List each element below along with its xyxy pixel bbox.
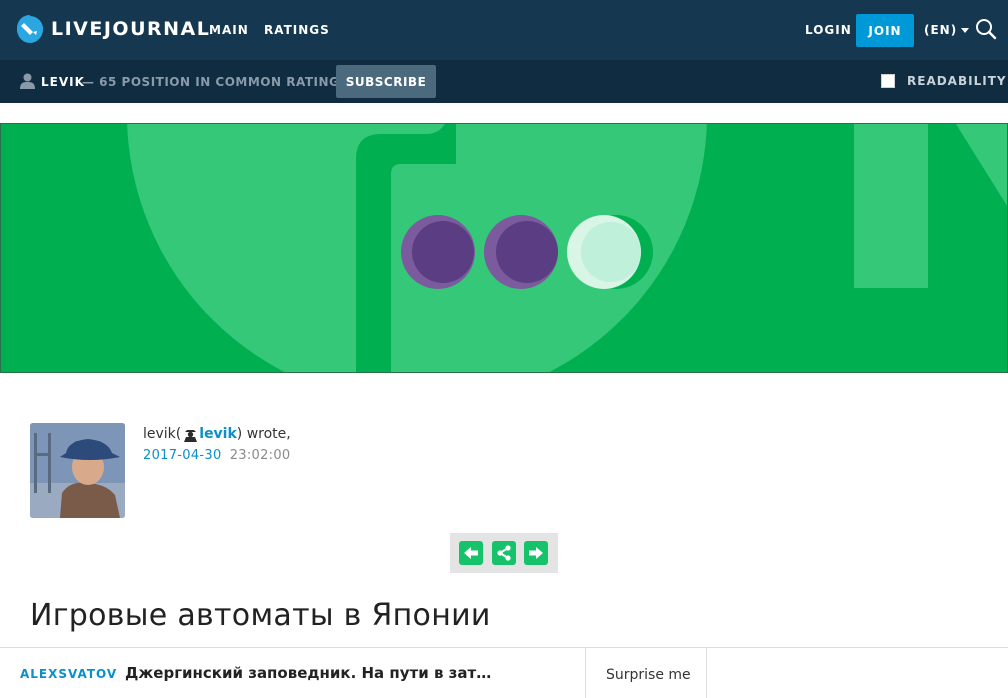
post-datetime: 2017-04-30 23:02:00 (143, 448, 291, 463)
author-line: levik ( levik ) wrote, (143, 426, 291, 442)
readability-toggle[interactable]: READABILITY (881, 74, 1007, 88)
logo-text: LIVEJOURNAL (51, 18, 211, 40)
post-navigation (450, 533, 558, 573)
next-post-button[interactable] (524, 541, 548, 565)
nav-ratings[interactable]: RATINGS (264, 23, 330, 37)
promo-divider (585, 648, 586, 698)
nav-main[interactable]: MAIN (209, 23, 249, 37)
banner-graphic (1, 124, 1007, 372)
bottom-promo-bar: ALEXSVATOV Джергинский заповедник. На пу… (0, 647, 1008, 698)
author-name: levik (143, 426, 176, 442)
post-time: 23:02:00 (229, 448, 291, 463)
wrote-text: ) wrote, (236, 426, 291, 442)
loading-banner (0, 123, 1008, 373)
language-selector[interactable]: (EN) (924, 23, 970, 37)
language-label: (EN) (924, 23, 958, 37)
search-icon[interactable] (975, 18, 997, 40)
surprise-me-link[interactable]: Surprise me (606, 667, 691, 683)
join-button[interactable]: JOIN (856, 14, 914, 47)
previous-post-button[interactable] (459, 541, 483, 565)
journal-rank: — 65 POSITION IN COMMON RATING (82, 75, 340, 89)
arrow-right-icon (529, 547, 543, 559)
author-link[interactable]: levik (199, 426, 237, 442)
readability-checkbox[interactable] (881, 74, 895, 88)
livejournal-logo-icon (17, 15, 43, 43)
user-icon (20, 73, 35, 89)
promo-divider (706, 648, 707, 698)
chevron-down-icon (961, 27, 970, 33)
post-title: Игровые автоматы в Японии (30, 598, 491, 633)
login-link[interactable]: LOGIN (805, 23, 852, 37)
livejournal-logo[interactable]: LIVEJOURNAL (16, 14, 210, 44)
avatar-photo (30, 423, 125, 518)
journal-user-icon (184, 429, 198, 442)
open-paren: ( (175, 426, 182, 442)
author-avatar[interactable] (30, 423, 125, 518)
promo-author-link[interactable]: ALEXSVATOV (20, 667, 117, 681)
readability-label: READABILITY (907, 74, 1007, 88)
subscribe-button[interactable]: SUBSCRIBE (336, 65, 436, 98)
promo-post-title[interactable]: Джергинский заповедник. На пути в затеря… (125, 664, 497, 682)
share-button[interactable] (492, 541, 516, 565)
top-header: LIVEJOURNAL MAIN RATINGS LOGIN JOIN (EN) (0, 0, 1008, 60)
journal-username[interactable]: LEVIK (41, 75, 85, 89)
arrow-left-icon (464, 547, 478, 559)
share-icon (497, 545, 511, 561)
post-date-link[interactable]: 2017-04-30 (143, 448, 222, 463)
journal-bar: LEVIK — 65 POSITION IN COMMON RATING SUB… (0, 60, 1008, 103)
